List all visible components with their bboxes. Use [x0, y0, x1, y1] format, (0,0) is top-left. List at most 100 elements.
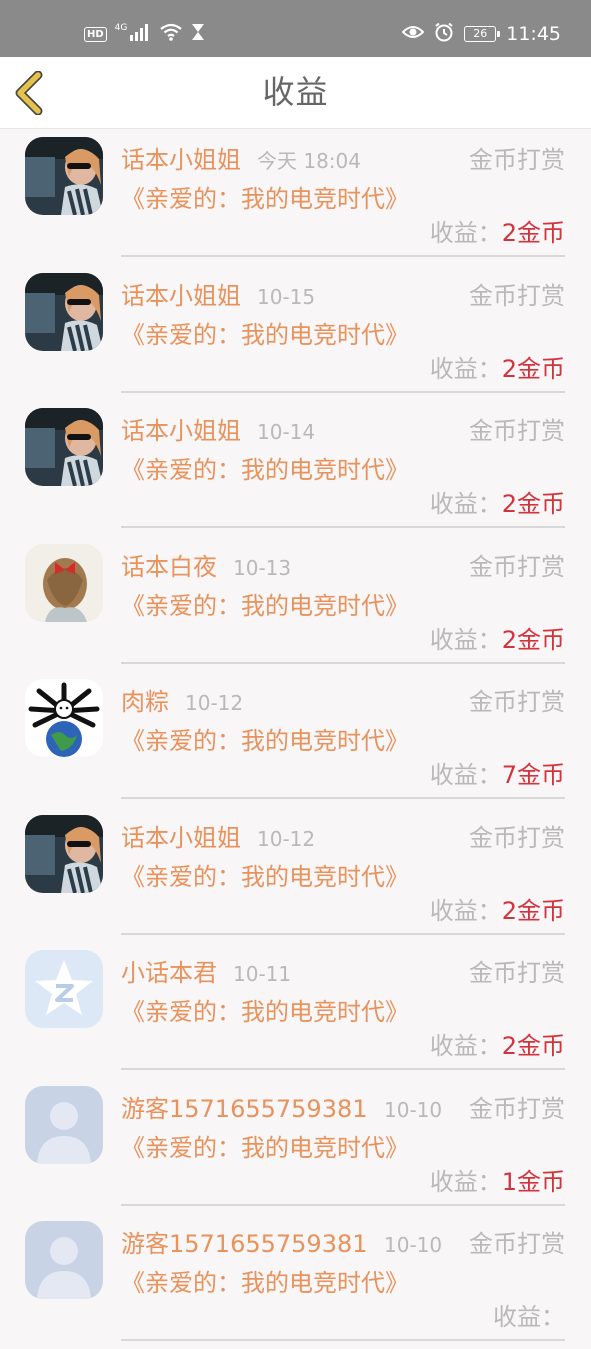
earning-label: 收益： [429, 354, 502, 383]
avatar[interactable] [25, 1085, 103, 1164]
book-title[interactable]: 《亲爱的：我的电竞时代》 [121, 317, 409, 353]
earning-value: 2金币 [501, 625, 565, 654]
earning-label: 收益： [429, 1032, 502, 1060]
item-date: 10-10 [384, 1233, 443, 1257]
item-date: 10-14 [257, 420, 316, 444]
avatar[interactable] [25, 679, 103, 757]
book-title[interactable]: 《亲爱的：我的电竞时代》 [121, 1265, 409, 1301]
list-item[interactable]: 肉粽 10-12 金币打赏《亲爱的：我的电竞时代》 收益：7金币 [0, 671, 591, 807]
status-time: 11:45 [506, 23, 561, 45]
earning-amount: 收益：2金币 [430, 1031, 565, 1061]
earning-label: 收益： [429, 896, 502, 925]
divider [121, 1339, 565, 1341]
earning-label: 收益： [429, 625, 502, 654]
list-item[interactable]: 小话本君 10-11 金币打赏《亲爱的：我的电竞时代》 收益：2金币 [0, 942, 591, 1078]
item-date: 10-13 [233, 555, 292, 580]
earning-value: 7金币 [501, 761, 565, 789]
earning-label: 收益： [429, 219, 502, 247]
alarm-icon [434, 22, 454, 46]
item-date: 10-11 [233, 962, 292, 986]
earning-value: 2金币 [501, 219, 565, 247]
avatar[interactable] [25, 950, 103, 1028]
list-item[interactable]: 话本小姐姐 10-14 金币打赏《亲爱的：我的电竞时代》 收益：2金币 [0, 400, 591, 536]
divider [121, 390, 565, 393]
book-title[interactable]: 《亲爱的：我的电竞时代》 [121, 452, 409, 488]
earning-label: 收益： [429, 1167, 502, 1196]
divider [121, 1203, 565, 1206]
book-title[interactable]: 《亲爱的：我的电竞时代》 [121, 181, 409, 217]
divider [121, 526, 565, 528]
list-item[interactable]: 游客1571655759381 10-10 金币打赏《亲爱的：我的电竞时代》 收益：1… [0, 1078, 591, 1214]
avatar[interactable] [25, 408, 103, 486]
list-item[interactable]: 话本小姐姐 今天 18:04 金币打赏《亲爱的：我的电竞时代》 收益：2金币 [0, 129, 591, 265]
list-item[interactable]: 话本白夜 10-13 金币打赏《亲爱的：我的电竞时代》 收益：2金币 [0, 536, 591, 672]
book-title[interactable]: 《亲爱的：我的电竞时代》 [121, 1130, 409, 1166]
book-title[interactable]: 《亲爱的：我的电竞时代》 [121, 994, 409, 1030]
avatar[interactable] [25, 272, 103, 351]
reward-type: 金币打赏 [469, 1094, 565, 1123]
eye-icon [401, 24, 425, 44]
sender-name[interactable]: 游客1571655759381 [121, 1094, 368, 1124]
avatar[interactable] [25, 543, 103, 622]
earning-amount: 收益：2金币 [430, 896, 565, 926]
earning-label: 收益： [429, 761, 502, 789]
reward-type: 金币打赏 [469, 417, 565, 445]
avatar[interactable] [25, 137, 103, 215]
earning-value: 2金币 [501, 896, 565, 925]
divider [121, 797, 565, 799]
sender-name[interactable]: 话本白夜 [121, 552, 217, 582]
network-type-label: 4G [114, 23, 128, 33]
earning-label: 收益： [429, 490, 502, 518]
earning-amount: 收益：1金币 [430, 1167, 565, 1197]
book-title[interactable]: 《亲爱的：我的电竞时代》 [121, 588, 409, 624]
earning-value: 2金币 [501, 354, 565, 383]
item-date: 10-12 [257, 826, 316, 851]
hd-icon: HD [84, 26, 107, 42]
battery-icon: 26 [464, 26, 501, 42]
signal-icon [129, 23, 151, 45]
earning-amount: 收益：2金币 [430, 625, 565, 655]
avatar[interactable] [25, 814, 103, 893]
earning-label: 收益： [493, 1303, 565, 1331]
sender-name[interactable]: 话本小姐姐 [121, 145, 241, 175]
earning-value: 2金币 [501, 490, 565, 518]
sender-name[interactable]: 肉粽 [121, 687, 169, 717]
avatar[interactable] [25, 1221, 103, 1299]
earning-amount: 收益：2金币 [430, 489, 565, 519]
divider [121, 255, 565, 257]
earnings-list: 话本小姐姐 今天 18:04 金币打赏 《亲爱的：我的电竞时代》 收益：2金币 话本小姐姐… [0, 129, 591, 1349]
divider [121, 1068, 565, 1070]
sender-name[interactable]: 话本小姐姐 [121, 416, 241, 446]
sender-name[interactable]: 小话本君 [121, 958, 217, 988]
sender-name[interactable]: 游客1571655759381 [121, 1229, 368, 1259]
book-title[interactable]: 《亲爱的：我的电竞时代》 [121, 723, 409, 759]
page-title: 收益 [262, 73, 329, 111]
hourglass-icon [191, 23, 205, 45]
item-date: 10-12 [185, 691, 244, 715]
earning-value: 2金币 [501, 1032, 565, 1060]
item-date: 10-15 [257, 284, 316, 309]
sender-name[interactable]: 话本小姐姐 [121, 823, 241, 853]
divider [121, 932, 565, 935]
status-left: HD 4G [84, 23, 205, 45]
status-right: 26 11:45 [401, 22, 561, 46]
reward-type: 金币打赏 [469, 1230, 565, 1258]
reward-type: 金币打赏 [469, 959, 565, 987]
earning-amount: 收益：2金币 [430, 354, 565, 384]
item-date: 今天 18:04 [257, 149, 361, 173]
list-item[interactable]: 话本小姐姐 10-12 金币打赏《亲爱的：我的电竞时代》 收益：2金币 [0, 807, 591, 943]
status-bar: HD 4G 26 11:45 [0, 0, 591, 57]
reward-type: 金币打赏 [469, 688, 565, 716]
divider [121, 661, 565, 664]
earning-amount: 收益：7金币 [430, 760, 565, 790]
book-title[interactable]: 《亲爱的：我的电竞时代》 [121, 859, 409, 895]
earning-amount: 收益： [493, 1302, 565, 1332]
sender-name[interactable]: 话本小姐姐 [121, 281, 241, 311]
reward-type: 金币打赏 [469, 823, 565, 852]
reward-type: 金币打赏 [469, 552, 565, 581]
reward-type: 金币打赏 [469, 146, 565, 174]
app-header: 收益 [0, 57, 591, 129]
list-item[interactable]: 话本小姐姐 10-15 金币打赏 《亲爱的：我的电竞时代》 收益：2金币 [0, 265, 591, 401]
list-item[interactable]: 游客1571655759381 10-10 金币打赏《亲爱的：我的电竞时代》收益： [0, 1213, 591, 1349]
item-date: 10-10 [384, 1097, 443, 1122]
